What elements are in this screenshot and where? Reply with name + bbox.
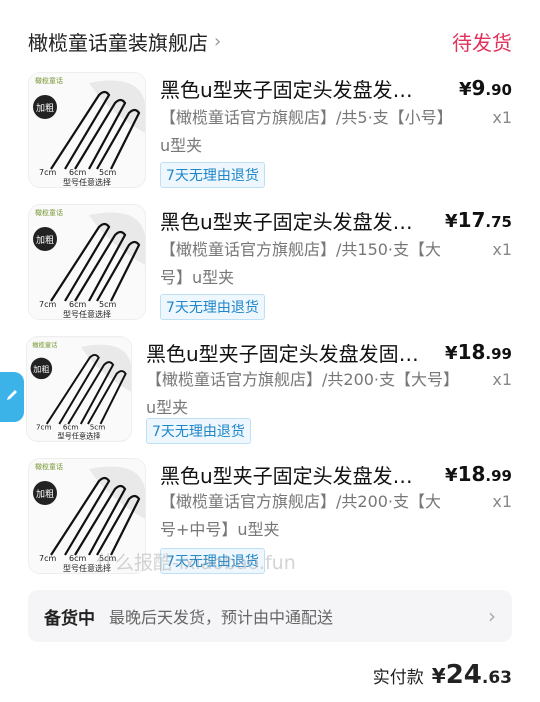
chevron-right-icon: › [488, 604, 496, 628]
price-integer: 18 [457, 462, 486, 486]
product-price: ¥18.99 [445, 462, 512, 486]
shop-link[interactable]: 橄榄童话童装旗舰店 › [28, 27, 221, 56]
edit-icon [5, 388, 19, 406]
thumb-size-label: 7cm [39, 168, 56, 177]
product-thumbnail[interactable]: 加粗 橄榄童话 7cm 6cm 5cm 型号任意选择 [28, 204, 146, 320]
shipping-estimate: 最晚后天发货，预计由中通配送 [109, 608, 334, 627]
currency-symbol: ¥ [458, 79, 472, 100]
thumb-badge: 加粗 [36, 234, 54, 246]
thumb-size-label: 7cm [39, 554, 56, 563]
thumb-size-label: 6cm [69, 168, 86, 177]
product-price: ¥9.90 [459, 76, 512, 100]
thumb-size-label: 7cm [39, 300, 56, 309]
thumb-size-label: 6cm [69, 554, 86, 563]
currency-symbol: ¥ [431, 664, 446, 688]
product-title[interactable]: 黑色u型夹子固定头发盘发… [160, 206, 430, 235]
price-integer: 18 [457, 340, 486, 364]
product-quantity: x1 [492, 108, 512, 127]
product-title[interactable]: 黑色u型夹子固定头发盘发… [160, 460, 430, 489]
total-decimal: .63 [481, 668, 512, 688]
return-policy-tag: 7天无理由退货 [160, 162, 265, 188]
product-title[interactable]: 黑色u型夹子固定头发盘发… [160, 74, 430, 103]
thumb-size-label: 6cm [63, 422, 78, 431]
currency-symbol: ¥ [445, 211, 458, 232]
product-quantity: x1 [492, 370, 512, 389]
thumb-logo: 橄榄童话 [32, 340, 57, 349]
product-title[interactable]: 黑色u型夹子固定头发盘发固定… [146, 338, 436, 367]
return-policy-tag: 7天无理由退货 [146, 418, 251, 444]
product-price: ¥17.75 [445, 208, 512, 232]
chevron-right-icon: › [214, 30, 222, 52]
product-thumbnail[interactable]: 加粗 橄榄童话 7cm 6cm 5cm 型号任意选择 [28, 72, 146, 188]
total-integer: 24 [445, 660, 482, 690]
thumb-logo: 橄榄童话 [35, 208, 63, 217]
product-spec: 【橄榄童话官方旗舰店】/共200·支【大号】u型夹 [146, 370, 460, 417]
thumb-caption: 型号任意选择 [58, 431, 101, 440]
thumb-size-label: 5cm [99, 300, 116, 309]
order-card: 橄榄童话童装旗舰店 › 待发货 加粗 橄榄童话 7cm 6cm 5cm 型号任意… [0, 0, 540, 702]
thumb-badge: 加粗 [36, 488, 54, 500]
order-header: 橄榄童话童装旗舰店 › 待发货 [28, 24, 512, 58]
product-spec: 【橄榄童话官方旗舰店】/共200·支【大号+中号】u型夹 [160, 492, 442, 539]
currency-symbol: ¥ [445, 465, 458, 486]
thumb-size-label: 6cm [69, 300, 86, 309]
return-policy-tag: 7天无理由退货 [160, 294, 265, 320]
floating-side-button[interactable] [0, 372, 24, 422]
thumb-badge: 加粗 [33, 364, 49, 374]
price-decimal: .90 [485, 81, 512, 99]
order-item[interactable]: 加粗 橄榄童话 7cm 6cm 5cm 型号任意选择 黑色u型夹子固定头发盘发…… [0, 202, 540, 332]
product-thumbnail[interactable]: 加粗 橄榄童话 7cm 6cm 5cm 型号任意选择 [26, 336, 132, 442]
order-item[interactable]: 加粗 橄榄童话 7cm 6cm 5cm 型号任意选择 黑色u型夹子固定头发盘发…… [0, 70, 540, 200]
thumb-logo: 橄榄童话 [35, 76, 63, 85]
thumb-logo: 橄榄童话 [35, 462, 63, 471]
price-decimal: .99 [485, 345, 512, 363]
thumb-caption: 型号任意选择 [63, 177, 111, 187]
thumb-size-label: 5cm [90, 422, 105, 431]
total-label: 实付款 [372, 668, 424, 688]
price-integer: 17 [457, 208, 486, 232]
product-spec: 【橄榄童话官方旗舰店】/共5·支【小号】u型夹 [160, 108, 445, 155]
product-price: ¥18.99 [445, 340, 512, 364]
thumb-caption: 型号任意选择 [63, 309, 111, 319]
shop-name: 橄榄童话童装旗舰店 [28, 30, 208, 55]
product-spec: 【橄榄童话官方旗舰店】/共150·支【大号】u型夹 [160, 240, 442, 287]
watermark: 什么报酷-ixiaobao.fun [96, 552, 296, 574]
thumb-size-label: 7cm [36, 422, 51, 431]
product-quantity: x1 [492, 240, 512, 259]
currency-symbol: ¥ [445, 343, 458, 364]
price-decimal: .99 [485, 467, 512, 485]
order-item[interactable]: 加粗 橄榄童话 7cm 6cm 5cm 型号任意选择 黑色u型夹子固定头发盘发固… [0, 334, 540, 464]
price-integer: 9 [471, 76, 486, 100]
product-quantity: x1 [492, 492, 512, 511]
shipping-info-bar[interactable]: 备货中 最晚后天发货，预计由中通配送 › [28, 590, 512, 642]
total-paid: 实付款 ¥24.63 [373, 660, 512, 690]
shipping-status-label: 备货中 [44, 608, 95, 629]
price-decimal: .75 [485, 213, 512, 231]
order-status: 待发货 [452, 30, 512, 55]
thumb-badge: 加粗 [36, 102, 54, 114]
thumb-size-label: 5cm [99, 168, 116, 177]
